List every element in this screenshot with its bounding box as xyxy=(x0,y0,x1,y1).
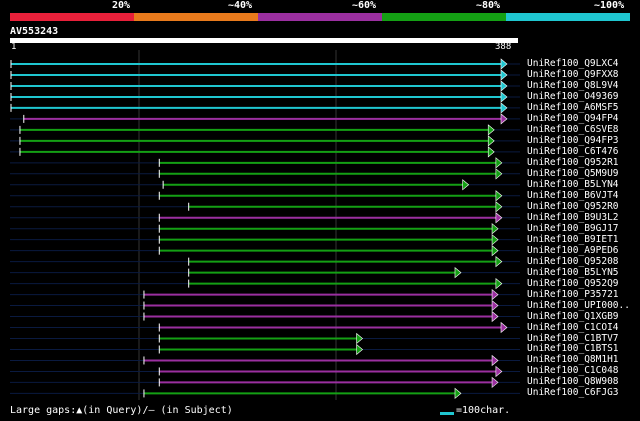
hit-end-arrow xyxy=(491,354,499,367)
hit-label[interactable]: UniRef100_C6FJG3 xyxy=(527,387,619,398)
hit-label[interactable]: UniRef100_B9GJ17 xyxy=(527,223,619,234)
hit-label[interactable]: UniRef100_Q952R0 xyxy=(527,201,619,212)
hit-end-arrow xyxy=(500,113,508,125)
hit-label[interactable]: UniRef100_Q94FP3 xyxy=(527,135,619,146)
hit-end-arrow xyxy=(500,80,508,92)
hit-end-arrow xyxy=(491,288,499,301)
hit-label[interactable]: UniRef100_Q952R1 xyxy=(527,157,619,168)
hit-end-arrow xyxy=(462,179,470,191)
hit-label[interactable]: UniRef100_B5LYN4 xyxy=(527,179,619,190)
hit-label[interactable]: UniRef100_B6VJT4 xyxy=(527,190,619,201)
hit-label[interactable]: UniRef100_P35721 xyxy=(527,289,619,300)
hit-end-arrow xyxy=(491,310,499,323)
hit-end-arrow xyxy=(356,332,364,345)
hit-end-arrow xyxy=(487,124,495,136)
hit-label[interactable]: UniRef100_C1C048 xyxy=(527,365,619,376)
hit-label[interactable]: UniRef100_C1COI4 xyxy=(527,322,619,333)
hit-end-arrow xyxy=(500,102,508,114)
hit-end-arrow xyxy=(487,146,495,158)
hit-end-arrow xyxy=(495,212,503,224)
hit-label[interactable]: UniRef100_Q952Q9 xyxy=(527,278,619,289)
hit-end-arrow xyxy=(491,245,499,257)
hit-end-arrow xyxy=(500,58,508,70)
scale-label: =100char. xyxy=(456,405,511,416)
hit-label[interactable]: UniRef100_Q9FXX8 xyxy=(527,69,619,80)
gaps-legend: Large gaps:▲(in Query)/— (in Subject) xyxy=(10,405,233,416)
hit-end-arrow xyxy=(495,190,503,202)
hit-end-arrow xyxy=(491,234,499,246)
hit-label[interactable]: UniRef100_A6MSF5 xyxy=(527,102,619,113)
hit-label[interactable]: UniRef100_Q94FP4 xyxy=(527,113,619,124)
hit-label[interactable]: UniRef100_Q9LXC4 xyxy=(527,58,619,69)
hit-label[interactable]: UniRef100_Q5M9U9 xyxy=(527,168,619,179)
hit-label[interactable]: UniRef100_Q1XGB9 xyxy=(527,311,619,322)
hit-label[interactable]: UniRef100_Q95208 xyxy=(527,256,619,267)
hit-label[interactable]: UniRef100_B5LYN5 xyxy=(527,267,619,278)
hit-end-arrow xyxy=(495,365,503,378)
hit-label[interactable]: UniRef100_C1BTS1 xyxy=(527,343,619,354)
hit-label[interactable]: UniRef100_C6SVE8 xyxy=(527,124,619,135)
hit-label[interactable]: UniRef100_Q8M1H1 xyxy=(527,354,619,365)
hit-end-arrow xyxy=(495,201,503,213)
hit-label[interactable]: UniRef100_O49369 xyxy=(527,91,619,102)
hit-end-arrow xyxy=(487,135,495,147)
hit-end-arrow xyxy=(500,69,508,81)
scale-bar xyxy=(440,412,454,415)
hit-label[interactable]: UniRef100_UPI000.. xyxy=(527,300,630,311)
hit-label[interactable]: UniRef100_C6T476 xyxy=(527,146,619,157)
hit-end-arrow xyxy=(495,255,503,268)
hit-end-arrow xyxy=(495,157,503,169)
hit-end-arrow xyxy=(500,91,508,103)
hit-end-arrow xyxy=(491,223,499,235)
hit-label[interactable]: UniRef100_A9PED6 xyxy=(527,245,619,256)
hit-end-arrow xyxy=(495,277,503,290)
hit-end-arrow xyxy=(454,266,462,279)
hit-label[interactable]: UniRef100_B9IET1 xyxy=(527,234,619,245)
hit-label[interactable]: UniRef100_B9U3L2 xyxy=(527,212,619,223)
hit-label[interactable]: UniRef100_Q8L9V4 xyxy=(527,80,619,91)
hit-end-arrow xyxy=(491,376,499,389)
hit-end-arrow xyxy=(495,168,503,180)
hit-end-arrow xyxy=(491,299,499,312)
hit-end-arrow xyxy=(454,387,462,400)
hit-end-arrow xyxy=(500,321,508,334)
hit-label[interactable]: UniRef100_C1BTV7 xyxy=(527,333,619,344)
hit-end-arrow xyxy=(356,343,364,356)
hit-label[interactable]: UniRef100_Q8W908 xyxy=(527,376,619,387)
